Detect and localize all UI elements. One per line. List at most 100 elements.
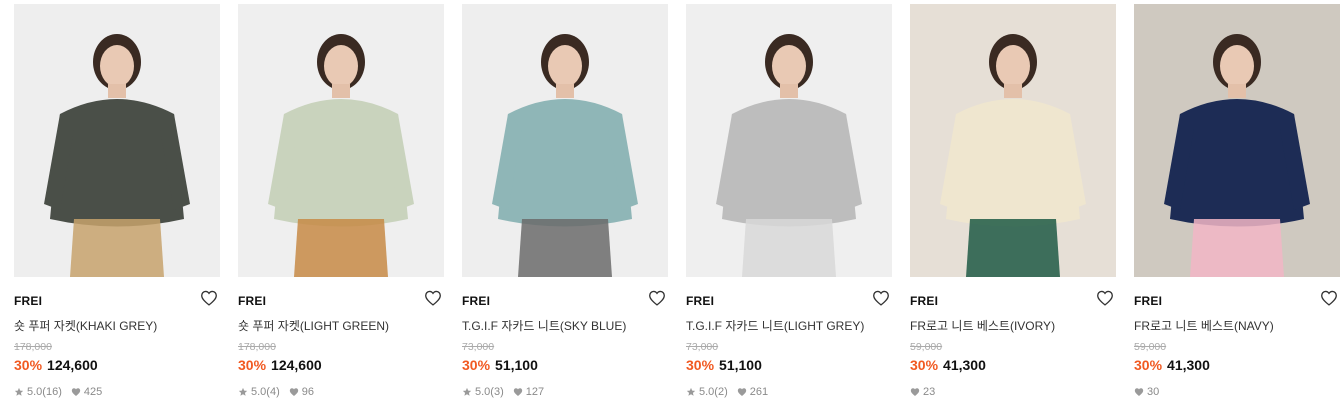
likes-group: 23 (910, 386, 935, 398)
product-brand[interactable]: FREI (1134, 294, 1162, 308)
discount-rate: 30% (1134, 357, 1163, 373)
likes-group: 127 (513, 386, 544, 398)
rating-value: 5.0 (251, 386, 267, 398)
sale-price: 41,300 (943, 357, 986, 373)
likes-count: 261 (749, 386, 769, 398)
heart-filled-icon (910, 387, 920, 397)
rating-value: 5.0 (699, 386, 715, 398)
product-image[interactable] (686, 4, 892, 277)
sale-price-row: 30% 41,300 (1134, 357, 1210, 373)
product-image[interactable] (14, 4, 220, 277)
rating-group: 5.0 (3) (462, 386, 504, 398)
product-photo-placeholder (14, 4, 220, 277)
sale-price: 124,600 (47, 357, 98, 373)
sale-price: 41,300 (1167, 357, 1210, 373)
product-stats: 30 (1134, 386, 1168, 398)
product-image[interactable] (1134, 4, 1340, 277)
product-brand[interactable]: FREI (910, 294, 938, 308)
original-price: 73,000 (686, 341, 719, 353)
sale-price-row: 30% 51,100 (462, 357, 538, 373)
heart-filled-icon (289, 387, 299, 397)
wishlist-heart-icon[interactable] (872, 290, 890, 306)
review-count: (3) (490, 386, 504, 398)
product-image[interactable] (238, 4, 444, 277)
product-stats: 5.0 (3) 127 (462, 386, 553, 398)
rating-value: 5.0 (475, 386, 491, 398)
heart-filled-icon (1134, 387, 1144, 397)
sale-price-row: 30% 41,300 (910, 357, 986, 373)
wishlist-heart-icon[interactable] (424, 290, 442, 306)
wishlist-heart-icon[interactable] (200, 290, 218, 306)
star-icon (462, 387, 472, 397)
product-photo-placeholder (1134, 4, 1340, 277)
product-card[interactable]: FREI T.G.I.F 자카드 니트(SKY BLUE) 73,000 30%… (462, 4, 668, 414)
likes-count: 96 (301, 386, 314, 398)
product-name[interactable]: T.G.I.F 자카드 니트(SKY BLUE) (462, 317, 626, 334)
product-name[interactable]: 숏 푸퍼 자켓(KHAKI GREY) (14, 317, 157, 334)
product-image[interactable] (910, 4, 1116, 277)
product-brand[interactable]: FREI (238, 294, 266, 308)
star-icon (686, 387, 696, 397)
product-photo-placeholder (462, 4, 668, 277)
review-count: (4) (266, 386, 280, 398)
sale-price-row: 30% 124,600 (238, 357, 322, 373)
discount-rate: 30% (686, 357, 715, 373)
product-stats: 5.0 (2) 261 (686, 386, 777, 398)
star-icon (14, 387, 24, 397)
product-name[interactable]: FR로고 니트 베스트(NAVY) (1134, 317, 1274, 334)
wishlist-heart-icon[interactable] (1320, 290, 1338, 306)
product-brand[interactable]: FREI (462, 294, 490, 308)
product-stats: 23 (910, 386, 944, 398)
discount-rate: 30% (910, 357, 939, 373)
discount-rate: 30% (462, 357, 491, 373)
product-card[interactable]: FREI 숏 푸퍼 자켓(LIGHT GREEN) 178,000 30% 124… (238, 4, 444, 414)
discount-rate: 30% (238, 357, 267, 373)
wishlist-heart-icon[interactable] (648, 290, 666, 306)
original-price: 73,000 (462, 341, 495, 353)
product-card[interactable]: FREI FR로고 니트 베스트(NAVY) 59,000 30% 41,300 … (1134, 4, 1340, 414)
rating-group: 5.0 (16) (14, 386, 62, 398)
likes-count: 30 (1147, 386, 1160, 398)
product-stats: 5.0 (16) 425 (14, 386, 111, 398)
heart-filled-icon (71, 387, 81, 397)
likes-group: 96 (289, 386, 314, 398)
product-card[interactable]: FREI 숏 푸퍼 자켓(KHAKI GREY) 178,000 30% 124,… (14, 4, 220, 414)
sale-price: 51,100 (495, 357, 538, 373)
original-price: 59,000 (910, 341, 943, 353)
rating-group: 5.0 (2) (686, 386, 728, 398)
original-price: 178,000 (14, 341, 52, 353)
likes-count: 23 (923, 386, 936, 398)
heart-filled-icon (737, 387, 747, 397)
wishlist-heart-icon[interactable] (1096, 290, 1114, 306)
product-photo-placeholder (910, 4, 1116, 277)
original-price: 178,000 (238, 341, 276, 353)
product-photo-placeholder (686, 4, 892, 277)
sale-price: 124,600 (271, 357, 322, 373)
product-grid: FREI 숏 푸퍼 자켓(KHAKI GREY) 178,000 30% 124,… (14, 4, 1344, 416)
product-brand[interactable]: FREI (14, 294, 42, 308)
star-icon (238, 387, 248, 397)
likes-group: 425 (71, 386, 102, 398)
discount-rate: 30% (14, 357, 43, 373)
review-count: (16) (42, 386, 62, 398)
product-image[interactable] (462, 4, 668, 277)
likes-count: 425 (83, 386, 103, 398)
product-card[interactable]: FREI FR로고 니트 베스트(IVORY) 59,000 30% 41,300… (910, 4, 1116, 414)
likes-group: 30 (1134, 386, 1159, 398)
review-count: (2) (714, 386, 728, 398)
likes-group: 261 (737, 386, 768, 398)
likes-count: 127 (525, 386, 545, 398)
product-name[interactable]: 숏 푸퍼 자켓(LIGHT GREEN) (238, 317, 389, 334)
product-name[interactable]: T.G.I.F 자카드 니트(LIGHT GREY) (686, 317, 864, 334)
heart-filled-icon (513, 387, 523, 397)
product-name[interactable]: FR로고 니트 베스트(IVORY) (910, 317, 1055, 334)
sale-price-row: 30% 124,600 (14, 357, 98, 373)
sale-price: 51,100 (719, 357, 762, 373)
rating-value: 5.0 (27, 386, 43, 398)
original-price: 59,000 (1134, 341, 1167, 353)
rating-group: 5.0 (4) (238, 386, 280, 398)
product-card[interactable]: FREI T.G.I.F 자카드 니트(LIGHT GREY) 73,000 3… (686, 4, 892, 414)
product-brand[interactable]: FREI (686, 294, 714, 308)
sale-price-row: 30% 51,100 (686, 357, 762, 373)
product-photo-placeholder (238, 4, 444, 277)
